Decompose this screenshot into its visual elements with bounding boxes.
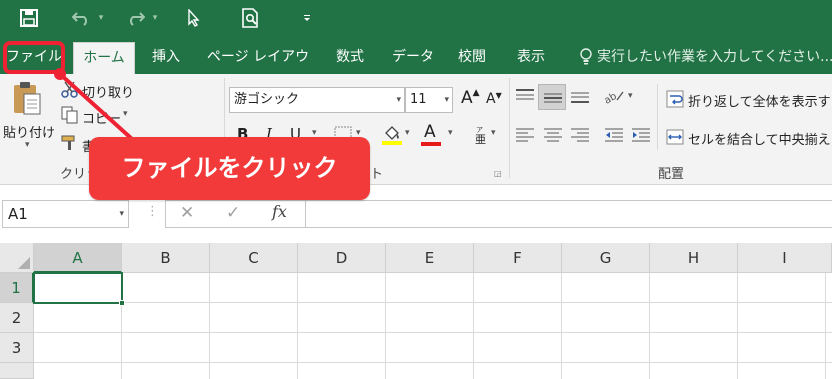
callout-instruction: ファイルをクリック bbox=[89, 137, 370, 200]
callout-pointer-dot bbox=[54, 68, 66, 80]
callout-pointer-line bbox=[58, 72, 134, 141]
